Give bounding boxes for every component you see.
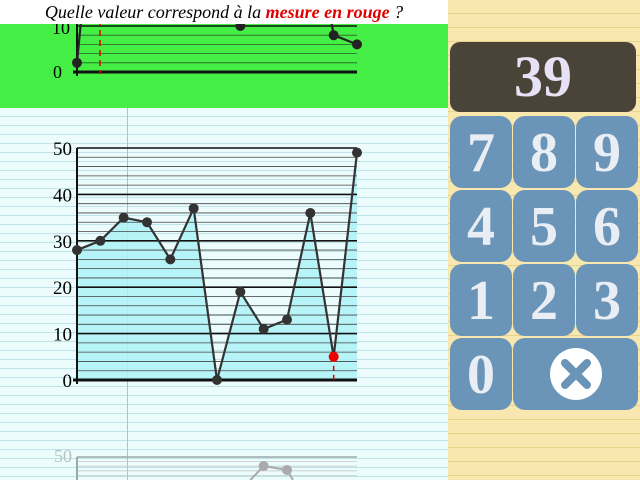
data-point <box>72 57 82 68</box>
key-1[interactable]: 1 <box>450 264 512 336</box>
keypad-pane: 39 7 8 9 4 5 6 1 2 3 0 <box>448 0 640 480</box>
question-highlight: mesure en rouge <box>265 2 390 22</box>
y-tick-label: 30 <box>53 232 72 253</box>
y-tick-label: 40 <box>53 185 72 206</box>
y-tick-label: 50 <box>53 139 72 160</box>
question-text: Quelle valeur correspond à la <box>44 2 266 22</box>
data-point <box>235 286 246 297</box>
key-2[interactable]: 2 <box>513 264 575 336</box>
question-prompt: Quelle valeur correspond à la mesure en … <box>0 0 448 24</box>
data-point <box>305 207 316 218</box>
area-fill <box>77 152 357 380</box>
key-5[interactable]: 5 <box>513 190 575 262</box>
data-point <box>188 203 199 214</box>
y-tick-label: 0 <box>63 371 73 392</box>
data-point <box>282 465 292 475</box>
key-4[interactable]: 4 <box>450 190 512 262</box>
data-point <box>258 461 269 471</box>
line-chart: 0 10 20 30 40 50 <box>53 139 362 392</box>
worksheet-area: 10 0 Quelle valeur correspond à la mesur… <box>0 0 448 480</box>
key-8[interactable]: 8 <box>513 116 575 188</box>
key-7[interactable]: 7 <box>450 116 512 188</box>
y-tick-label: 20 <box>53 278 72 299</box>
key-6[interactable]: 6 <box>576 190 638 262</box>
data-point <box>352 39 362 50</box>
y-tick-label: 50 <box>54 446 72 466</box>
data-point <box>95 235 106 246</box>
data-point <box>165 254 176 265</box>
data-point <box>328 30 339 41</box>
y-tick-label: 10 <box>53 325 72 346</box>
highlighted-data-point <box>328 351 339 362</box>
y-tick-label: 0 <box>53 62 62 82</box>
clear-button[interactable] <box>513 338 638 410</box>
data-point <box>212 375 222 385</box>
data-point <box>282 314 292 325</box>
next-chart-preview: 50 <box>54 446 357 480</box>
key-9[interactable]: 9 <box>576 116 638 188</box>
data-point <box>118 212 129 223</box>
data-point <box>258 323 269 334</box>
data-point <box>142 217 152 228</box>
question-mark: ? <box>389 2 404 22</box>
key-3[interactable]: 3 <box>576 264 638 336</box>
key-0[interactable]: 0 <box>450 338 512 410</box>
data-point <box>72 245 82 256</box>
answer-display: 39 <box>450 42 636 112</box>
clear-x-icon <box>549 348 602 400</box>
data-point <box>352 147 362 158</box>
